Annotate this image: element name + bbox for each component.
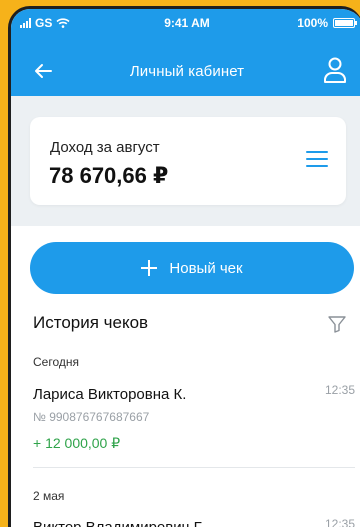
- plus-icon: [141, 260, 158, 276]
- menu-icon[interactable]: [306, 151, 328, 169]
- receipt-amount: + 12 000,00 ₽: [33, 435, 121, 451]
- group-label-may: 2 мая: [33, 489, 65, 503]
- app-header: GS 9:41 AM 100% Личный кабинет: [11, 9, 360, 96]
- receipt-name[interactable]: Лариса Викторовна К.: [33, 386, 186, 403]
- income-label: Доход за август: [50, 139, 160, 156]
- summary-section: Доход за август 78 670,66 ₽: [11, 96, 360, 226]
- status-bar: GS 9:41 AM 100%: [11, 9, 360, 35]
- divider: [33, 467, 355, 468]
- group-label-today: Сегодня: [33, 355, 79, 369]
- status-right: 100%: [297, 16, 357, 30]
- screenshot-frame: GS 9:41 AM 100% Личный кабинет Доход за …: [0, 0, 360, 527]
- battery-icon: [333, 18, 357, 28]
- receipt-time: 12:35: [324, 383, 355, 397]
- battery-percent: 100%: [297, 16, 328, 30]
- history-title: История чеков: [33, 313, 149, 332]
- new-receipt-label: Новый чек: [169, 259, 243, 277]
- receipt-number: № 990876767687667: [33, 410, 150, 424]
- nav-bar: Личный кабинет: [11, 53, 360, 89]
- page-title: Личный кабинет: [129, 63, 245, 80]
- income-value: 78 670,66 ₽: [49, 163, 169, 188]
- phone-screen: GS 9:41 AM 100% Личный кабинет Доход за …: [8, 6, 360, 527]
- filter-icon[interactable]: [327, 314, 347, 334]
- receipt-name[interactable]: Виктор Владимирович Г.: [33, 519, 204, 527]
- new-receipt-button[interactable]: Новый чек: [30, 242, 354, 294]
- income-card[interactable]: Доход за август 78 670,66 ₽: [30, 117, 346, 205]
- profile-icon[interactable]: [321, 55, 349, 85]
- receipt-time: 12:35: [324, 517, 355, 527]
